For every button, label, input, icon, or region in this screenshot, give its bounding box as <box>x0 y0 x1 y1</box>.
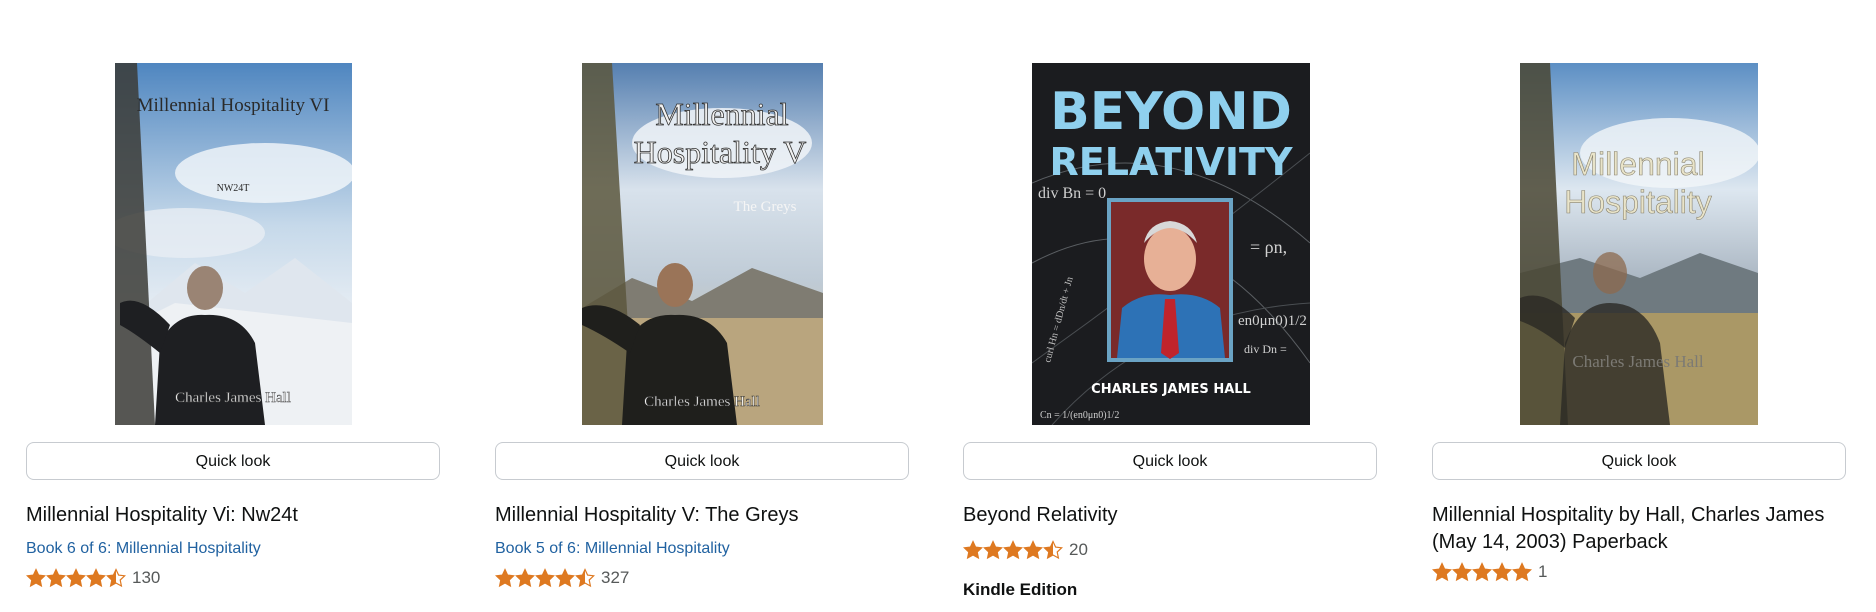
format-label[interactable]: Kindle Edition <box>963 580 1077 600</box>
star-icon <box>1512 562 1532 582</box>
svg-text:div Dn =: div Dn = <box>1244 342 1287 356</box>
star-rating-icon <box>495 568 595 588</box>
product-title[interactable]: Millennial Hospitality by Hall, Charles … <box>1432 502 1848 556</box>
product-card: Millennial Hospitality VI NW24T Charles … <box>26 0 442 612</box>
star-icon <box>983 540 1003 560</box>
star-icon <box>515 568 535 588</box>
series-link[interactable]: Book 6 of 6: Millennial Hospitality <box>26 540 261 558</box>
star-icon <box>495 568 515 588</box>
star-rating-icon <box>26 568 126 588</box>
rating-count[interactable]: 130 <box>132 568 160 588</box>
svg-text:NW24T: NW24T <box>217 183 250 194</box>
product-title[interactable]: Beyond Relativity <box>963 502 1379 529</box>
product-title[interactable]: Millennial Hospitality V: The Greys <box>495 502 911 529</box>
rating-count[interactable]: 327 <box>601 568 629 588</box>
svg-text:The Greys: The Greys <box>734 199 797 215</box>
rating[interactable]: 130 <box>26 568 160 588</box>
quick-look-button[interactable]: Quick look <box>495 442 909 480</box>
svg-text:Charles James Hall: Charles James Hall <box>644 394 760 410</box>
svg-text:Charles James Hall: Charles James Hall <box>1572 352 1704 371</box>
rating[interactable]: 20 <box>963 540 1088 560</box>
quick-look-button[interactable]: Quick look <box>963 442 1377 480</box>
star-icon <box>1023 540 1043 560</box>
svg-text:Hospitality: Hospitality <box>1564 184 1712 220</box>
star-icon <box>46 568 66 588</box>
cover-title: Millennial Hospitality VI <box>137 95 330 116</box>
svg-text:Hospitality V: Hospitality V <box>634 134 807 170</box>
cover-title: Millennial <box>1571 146 1704 182</box>
rating-count[interactable]: 1 <box>1538 562 1547 582</box>
product-grid: Millennial Hospitality VI NW24T Charles … <box>0 0 1876 612</box>
star-icon <box>535 568 555 588</box>
book-cover-image[interactable]: BEYOND RELATIVITY div Bn = 0 = ρn, en0μn… <box>1032 63 1310 425</box>
quick-look-button[interactable]: Quick look <box>26 442 440 480</box>
star-icon <box>1003 540 1023 560</box>
book-cover-image[interactable]: Millennial Hospitality VI NW24T Charles … <box>115 63 352 425</box>
product-card: Millennial Hospitality Charles James Hal… <box>1432 0 1848 612</box>
svg-text:Cn = 1/(en0μn0)1/2: Cn = 1/(en0μn0)1/2 <box>1040 410 1119 421</box>
star-icon <box>1043 540 1063 560</box>
star-icon <box>86 568 106 588</box>
svg-text:div Bn = 0: div Bn = 0 <box>1038 185 1106 202</box>
product-card: Millennial Hospitality V The Greys Charl… <box>495 0 911 612</box>
star-icon <box>555 568 575 588</box>
star-icon <box>66 568 86 588</box>
star-icon <box>963 540 983 560</box>
product-title[interactable]: Millennial Hospitality Vi: Nw24t <box>26 502 442 529</box>
star-rating-icon <box>963 540 1063 560</box>
svg-text:en0μn0)1/2: en0μn0)1/2 <box>1238 313 1307 329</box>
star-icon <box>106 568 126 588</box>
star-icon <box>575 568 595 588</box>
star-icon <box>1492 562 1512 582</box>
svg-text:RELATIVITY: RELATIVITY <box>1050 140 1293 184</box>
cover-title: Millennial <box>655 96 788 132</box>
star-icon <box>1452 562 1472 582</box>
book-cover-image[interactable]: Millennial Hospitality Charles James Hal… <box>1520 63 1758 425</box>
rating[interactable]: 327 <box>495 568 629 588</box>
rating[interactable]: 1 <box>1432 562 1547 582</box>
svg-text:Charles James Hall: Charles James Hall <box>175 390 291 406</box>
star-icon <box>26 568 46 588</box>
svg-text:CHARLES JAMES HALL: CHARLES JAMES HALL <box>1091 382 1251 397</box>
star-icon <box>1432 562 1452 582</box>
star-rating-icon <box>1432 562 1532 582</box>
star-icon <box>1472 562 1492 582</box>
product-card: BEYOND RELATIVITY div Bn = 0 = ρn, en0μn… <box>963 0 1379 612</box>
svg-text:= ρn,: = ρn, <box>1250 237 1287 257</box>
series-link[interactable]: Book 5 of 6: Millennial Hospitality <box>495 540 730 558</box>
book-cover-image[interactable]: Millennial Hospitality V The Greys Charl… <box>582 63 823 425</box>
cover-title: BEYOND <box>1050 82 1292 142</box>
rating-count[interactable]: 20 <box>1069 540 1088 560</box>
quick-look-button[interactable]: Quick look <box>1432 442 1846 480</box>
